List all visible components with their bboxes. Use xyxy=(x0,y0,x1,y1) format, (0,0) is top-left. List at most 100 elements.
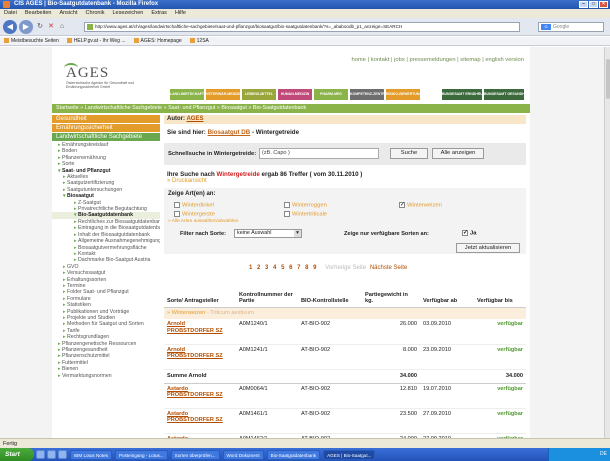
reload-icon[interactable]: ↻ xyxy=(36,23,44,31)
start-button[interactable]: Start xyxy=(0,448,34,461)
forward-button[interactable]: ▶ xyxy=(19,20,33,34)
menu-ansicht[interactable]: Ansicht xyxy=(59,9,77,18)
taskbar-item[interactable]: Word Dokument xyxy=(222,449,264,460)
next-page-link[interactable]: Nächste Seite xyxy=(370,265,407,271)
tile-bundesamt-ernaehrung[interactable]: BUNDESAMT ERNÄHRUNG xyxy=(442,89,482,100)
menu-chronik[interactable]: Chronik xyxy=(86,9,105,18)
applicant-name[interactable]: PROBSTDORFER SZ xyxy=(167,353,233,360)
tile-landwirtschaft[interactable]: LAND-WIRTSCHAFT xyxy=(170,89,204,100)
applicant-name[interactable]: PROBSTDORFER SZ xyxy=(167,392,233,399)
type-checkbox-winterdinkel[interactable]: Winterdinkel xyxy=(174,202,214,209)
checkbox-icon[interactable] xyxy=(284,202,290,208)
nav-section-landwirtschaft[interactable]: Landwirtschaftliche Sachgebiete xyxy=(52,133,160,141)
control-body: AT-BIO-902 xyxy=(298,344,362,370)
show-all-button[interactable]: Alle anzeigen xyxy=(432,148,484,159)
checkbox-checked-icon[interactable]: ✓ xyxy=(399,202,405,208)
author-link[interactable]: AGES xyxy=(186,116,203,122)
quick-search-input[interactable]: (zB. Capo ) xyxy=(259,148,379,159)
col-header[interactable]: Verfügbar bis xyxy=(474,281,526,308)
bookmark-item[interactable]: 12SA xyxy=(190,37,209,45)
minimize-button[interactable]: – xyxy=(579,1,588,8)
page-link[interactable]: 1 xyxy=(249,265,252,271)
tile-veterinaermedizin[interactable]: VETERINÄR-MEDIZIN xyxy=(206,89,240,100)
checkbox-icon[interactable] xyxy=(284,211,290,217)
col-header[interactable]: Verfügbar ab xyxy=(420,281,474,308)
menu-lesezeichen[interactable]: Lesezeichen xyxy=(112,9,143,18)
bookmark-item[interactable]: AGES: Homepage xyxy=(134,37,182,45)
tile-kompetenzzentren[interactable]: KOMPETENZ-ZENTREN xyxy=(350,89,384,100)
refresh-button[interactable]: Jetzt aktualisieren xyxy=(456,243,520,253)
menu-extras[interactable]: Extras xyxy=(151,9,167,18)
nav-gesundheit[interactable]: Gesundheit xyxy=(52,115,160,123)
col-header[interactable]: BIO-Kontrollstelle xyxy=(298,281,362,308)
nav-item[interactable]: ▸Vermarktungsnormen xyxy=(52,373,160,379)
search-button[interactable]: Suche xyxy=(390,148,428,159)
lot-weight: 8.000 xyxy=(362,344,420,370)
variety-cell[interactable]: AstardoPROBSTDORFER SZ xyxy=(164,408,236,434)
print-view-link[interactable]: » Druckansicht xyxy=(167,178,207,184)
quicklaunch-icon[interactable] xyxy=(36,450,45,459)
top-links[interactable]: home | kontakt | jobs | pressemeldungen … xyxy=(351,57,524,63)
location-link[interactable]: Biosaatgut DB xyxy=(208,129,251,136)
scrollbar-thumb[interactable] xyxy=(606,59,610,99)
tile-humanmedizin[interactable]: HUMAN-MEDIZIN xyxy=(278,89,312,100)
menu-datei[interactable]: Datei xyxy=(4,9,17,18)
page-link[interactable]: 6 xyxy=(289,265,292,271)
page-link[interactable]: 5 xyxy=(281,265,284,271)
google-icon[interactable]: G xyxy=(541,24,551,30)
menu-bearbeiten[interactable]: Bearbeiten xyxy=(25,9,52,18)
checkbox-icon[interactable] xyxy=(174,202,180,208)
col-header[interactable]: Partiegewicht in kg. xyxy=(362,281,420,308)
close-button[interactable]: × xyxy=(599,1,608,8)
tile-bundesamt-gesundheit[interactable]: BUNDESAMT GESUNDHEIT xyxy=(484,89,524,100)
page-link[interactable]: 9 xyxy=(313,265,316,271)
table-row: Arnold PROBSTDORFER SZ A0M1240/1 AT-BIO-902… xyxy=(164,319,526,345)
checkbox-icon[interactable] xyxy=(174,211,180,217)
sort-filter-select[interactable]: keine Auswahl xyxy=(234,229,302,238)
taskbar-item[interactable]: IBM Lotus Notes xyxy=(70,449,112,460)
tile-risikobewertung[interactable]: RISIKO-BEWERTUNG xyxy=(386,89,420,100)
bookmark-item[interactable]: HELP.gv.at - Ihr Weg ... xyxy=(67,37,126,45)
col-header[interactable]: Kontrollnummer der Partie xyxy=(236,281,298,308)
ages-logo[interactable]: AGES Österreichische Agentur für Gesundh… xyxy=(62,63,134,93)
page-link[interactable]: 8 xyxy=(305,265,308,271)
address-bar[interactable]: http://www.ages.at/ch/ages/landwirtschaf… xyxy=(84,22,520,32)
page-link[interactable]: 2 xyxy=(257,265,260,271)
quicklaunch-icon[interactable] xyxy=(47,450,56,459)
nav-ernaehrungssicherheit[interactable]: Ernährungssicherheit xyxy=(52,124,160,132)
taskbar-item[interactable]: Posteingang - Lotus... xyxy=(114,449,168,460)
taskbar-item[interactable]: Bio-Saatgutdatenbank xyxy=(266,449,321,460)
back-button[interactable]: ◀ xyxy=(3,20,17,34)
search-box[interactable]: G Google xyxy=(538,22,604,32)
variety-cell[interactable]: AstardoPROBSTDORFER SZ xyxy=(164,383,236,409)
vertical-scrollbar[interactable] xyxy=(604,47,610,438)
applicant-name[interactable]: PROBSTDORFER SZ xyxy=(167,417,233,424)
page-link[interactable]: 3 xyxy=(265,265,268,271)
tile-lebensmittel[interactable]: LEBENS-MITTEL xyxy=(242,89,276,100)
page-link[interactable]: 7 xyxy=(297,265,300,271)
type-checkbox-winterroggen[interactable]: Winterroggen xyxy=(284,202,327,209)
location-rest: - Wintergetreide xyxy=(251,129,300,136)
available-to: verfügbar xyxy=(474,344,526,370)
taskbar-item[interactable]: Sorten überprüfen... xyxy=(170,449,220,460)
tile-pharmmed[interactable]: PHARM-MED xyxy=(314,89,348,100)
breadcrumb[interactable]: Startseite » Landwirtschaftliche Sachgeb… xyxy=(52,104,530,113)
menu-hilfe[interactable]: Hilfe xyxy=(175,9,186,18)
type-checkbox-wintergerste[interactable]: Wintergerste xyxy=(174,211,215,218)
available-only-checkbox[interactable]: ✓ Ja xyxy=(462,230,476,237)
type-checkbox-wintertriticale[interactable]: Wintertriticale xyxy=(284,211,327,218)
select-all-link[interactable]: » Alle Arten auswählen/abwählen xyxy=(168,219,238,224)
type-checkbox-winterweizen[interactable]: ✓ Winterweizen xyxy=(399,202,442,209)
variety-cell[interactable]: Arnold PROBSTDORFER SZ xyxy=(164,319,236,345)
quicklaunch-icon[interactable] xyxy=(58,450,67,459)
taskbar-item-active[interactable]: AGES | Bio-Saatgut... xyxy=(323,449,376,460)
home-icon[interactable]: ⌂ xyxy=(58,23,66,31)
stop-icon[interactable]: ✕ xyxy=(47,23,55,31)
applicant-name[interactable]: PROBSTDORFER SZ xyxy=(167,328,233,335)
bookmark-item[interactable]: Meistbesuchte Seiten xyxy=(4,37,59,45)
maximize-button[interactable]: □ xyxy=(589,1,598,8)
page-link[interactable]: 4 xyxy=(273,265,276,271)
col-header[interactable]: Sorte/ Antragsteller xyxy=(164,281,236,308)
checkbox-checked-icon[interactable]: ✓ xyxy=(462,230,468,236)
variety-cell[interactable]: Arnold PROBSTDORFER SZ xyxy=(164,344,236,370)
